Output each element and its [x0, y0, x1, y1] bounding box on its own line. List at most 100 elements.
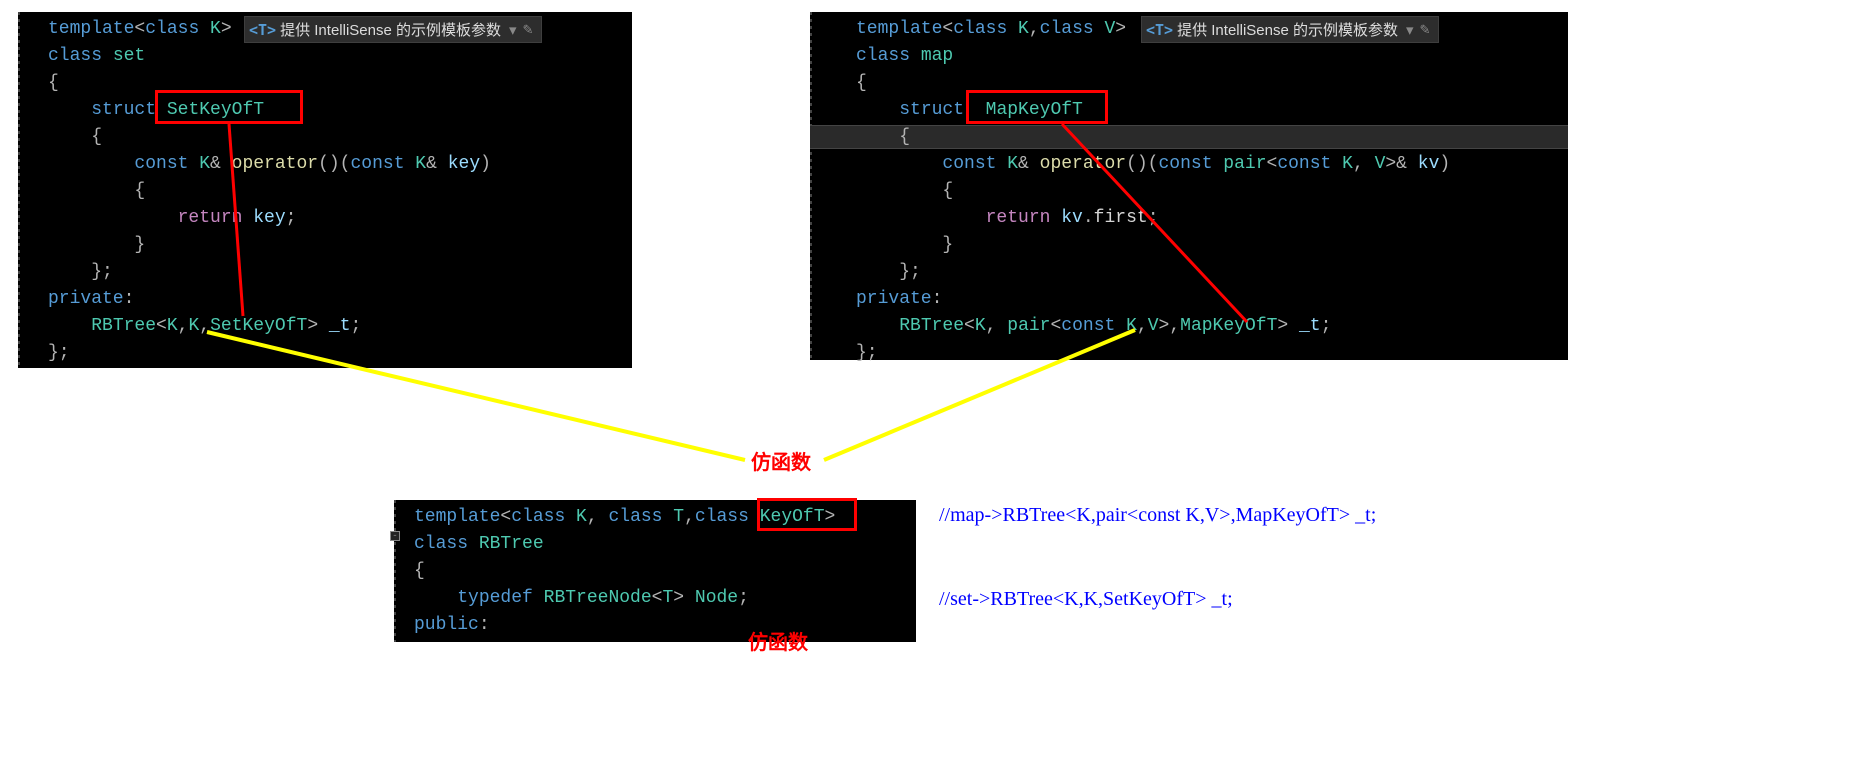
code-token: <	[942, 19, 953, 39]
code-token: {	[856, 73, 867, 93]
code-token: class	[695, 507, 760, 527]
comment-line: //set->RBTree<K,K,SetKeyOfT> _t;	[939, 585, 1376, 613]
intellisense-hint-right[interactable]: <T> 提供 IntelliSense 的示例模板参数 ▾ ✎	[1141, 16, 1439, 43]
code-token: };	[856, 343, 878, 363]
code-token: >,	[1159, 316, 1181, 336]
code-token: )	[1439, 154, 1450, 174]
hint-tag: <T>	[1146, 21, 1173, 39]
code-token: K	[1007, 154, 1018, 174]
code-token: <	[1267, 154, 1278, 174]
code-token: template	[48, 19, 134, 39]
code-token: {	[414, 561, 425, 581]
code-token: ,	[986, 316, 1008, 336]
code-token: T	[662, 588, 673, 608]
code-line: return kv.first;	[856, 205, 1562, 232]
code-token: class	[856, 46, 921, 66]
code-token: ;	[351, 316, 362, 336]
code-token: const	[1277, 154, 1342, 174]
code-line: {	[48, 124, 626, 151]
code-token: <	[1050, 316, 1061, 336]
intellisense-hint-left[interactable]: <T> 提供 IntelliSense 的示例模板参数 ▾ ✎	[244, 16, 542, 43]
code-token: <	[652, 588, 663, 608]
code-token: K	[576, 507, 587, 527]
code-token: };	[856, 262, 921, 282]
code-token: {	[856, 181, 953, 201]
code-token: MapKeyOfT	[1180, 316, 1277, 336]
code-token: K	[975, 316, 986, 336]
code-token: T	[673, 507, 684, 527]
hint-text: 提供 IntelliSense 的示例模板参数	[1177, 19, 1398, 40]
code-token: Node	[695, 588, 738, 608]
code-token: K	[1342, 154, 1353, 174]
pencil-icon[interactable]: ✎	[523, 22, 534, 38]
code-token: &	[426, 154, 448, 174]
chevron-down-icon[interactable]: ▾	[509, 21, 517, 39]
code-token: &	[1018, 154, 1040, 174]
map-code-editor[interactable]: template<class K,class V>class map{ stru…	[810, 12, 1568, 360]
code-token: struct	[899, 100, 985, 120]
code-token: V	[1375, 154, 1386, 174]
code-token: _t	[329, 316, 351, 336]
code-token: }	[856, 235, 953, 255]
comment-block: //map->RBTree<K,pair<const K,V>,MapKeyOf…	[939, 445, 1376, 641]
code-token: RBTreeNode	[544, 588, 652, 608]
code-token: class	[1040, 19, 1105, 39]
code-line: const K& operator()(const pair<const K, …	[856, 151, 1562, 178]
code-token: >	[825, 507, 836, 527]
code-token: ()(	[318, 154, 350, 174]
code-token: K	[415, 154, 426, 174]
comment-line: //map->RBTree<K,pair<const K,V>,MapKeyOf…	[939, 501, 1376, 529]
code-token: const	[942, 154, 1007, 174]
pencil-icon[interactable]: ✎	[1420, 22, 1431, 38]
code-line: };	[856, 340, 1562, 367]
code-line: {	[48, 178, 626, 205]
code-line: class map	[856, 43, 1562, 70]
code-token: ,	[1029, 19, 1040, 39]
code-token	[48, 208, 178, 228]
code-token: {	[48, 181, 145, 201]
code-token: :	[124, 289, 135, 309]
code-token: return	[178, 208, 254, 228]
code-line: {	[856, 178, 1562, 205]
code-token: SetKeyOfT	[210, 316, 307, 336]
rbtree-code-editor[interactable]: - template<class K, class T,class KeyOfT…	[394, 500, 916, 642]
code-token: .	[1083, 208, 1094, 228]
code-token: key	[448, 154, 480, 174]
code-token: class	[511, 507, 576, 527]
code-token: };	[48, 343, 70, 363]
code-line: public:	[414, 612, 910, 639]
code-token: :	[932, 289, 943, 309]
code-line: RBTree<K,K,SetKeyOfT> _t;	[48, 313, 626, 340]
code-token: pair	[1007, 316, 1050, 336]
code-token: operator	[232, 154, 318, 174]
code-token: class	[414, 534, 479, 554]
set-code-editor[interactable]: template<class K>class set{ struct SetKe…	[18, 12, 632, 368]
code-line: template<class K, class T,class KeyOfT>	[414, 504, 910, 531]
code-line: {	[414, 558, 910, 585]
code-token: V	[1104, 19, 1115, 39]
code-token: ,	[684, 507, 695, 527]
functor-label-bottom: 仿函数	[748, 626, 808, 655]
code-token: K	[1018, 19, 1029, 39]
code-token: const	[350, 154, 415, 174]
code-token: return	[986, 208, 1062, 228]
chevron-down-icon[interactable]: ▾	[1406, 21, 1414, 39]
code-token: };	[48, 262, 113, 282]
code-token: ,	[178, 316, 189, 336]
code-token	[856, 208, 986, 228]
code-line: {	[48, 70, 626, 97]
code-token: RBTree	[899, 316, 964, 336]
code-token: ;	[1321, 316, 1332, 336]
code-token: V	[1148, 316, 1159, 336]
fold-minus-icon[interactable]: -	[390, 531, 400, 541]
code-token: class	[608, 507, 673, 527]
code-token: template	[856, 19, 942, 39]
code-token: ,	[1353, 154, 1375, 174]
code-token: )	[480, 154, 491, 174]
code-token: struct	[91, 100, 167, 120]
code-token: class	[953, 19, 1018, 39]
code-line: private:	[856, 286, 1562, 313]
code-token: kv	[1061, 208, 1083, 228]
code-token: >	[307, 316, 329, 336]
code-token: _t	[1299, 316, 1321, 336]
